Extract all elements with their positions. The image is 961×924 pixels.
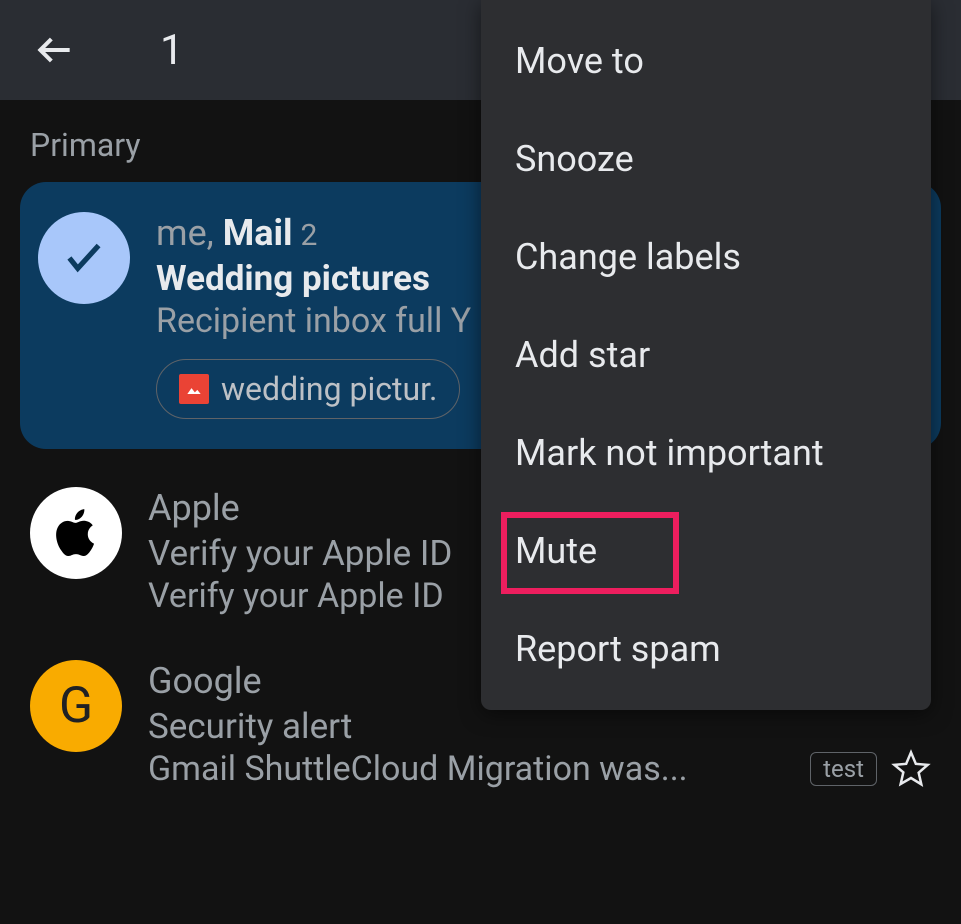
menu-mute[interactable]: Mute: [481, 502, 931, 600]
sender-avatar-google[interactable]: G: [30, 660, 122, 752]
arrow-left-icon: [33, 28, 77, 72]
context-menu: Move to Snooze Change labels Add star Ma…: [481, 0, 931, 710]
attachment-name: wedding pictur.: [221, 370, 437, 408]
selected-avatar[interactable]: [38, 212, 130, 304]
sender-prefix: me,: [156, 212, 223, 254]
email-subject: Security alert: [148, 706, 784, 747]
menu-report-spam[interactable]: Report spam: [481, 600, 931, 698]
label-chip[interactable]: test: [810, 752, 877, 786]
sender-bold: Mail: [223, 212, 293, 254]
avatar-letter: G: [59, 677, 93, 735]
apple-icon: [48, 505, 104, 561]
menu-add-star[interactable]: Add star: [481, 306, 931, 404]
checkmark-icon: [59, 233, 109, 283]
image-icon: [179, 374, 209, 404]
email-preview: Gmail ShuttleCloud Migration was...: [148, 749, 784, 789]
menu-change-labels[interactable]: Change labels: [481, 208, 931, 306]
menu-mark-not-important[interactable]: Mark not important: [481, 404, 931, 502]
menu-move-to[interactable]: Move to: [481, 12, 931, 110]
star-icon[interactable]: [891, 749, 931, 789]
attachment-chip[interactable]: wedding pictur.: [156, 359, 460, 419]
sender-avatar-apple[interactable]: [30, 487, 122, 579]
selection-count: 1: [160, 26, 184, 75]
thread-count: 2: [301, 218, 318, 253]
menu-snooze[interactable]: Snooze: [481, 110, 931, 208]
back-button[interactable]: [30, 25, 80, 75]
menu-mute-label: Mute: [515, 530, 597, 572]
